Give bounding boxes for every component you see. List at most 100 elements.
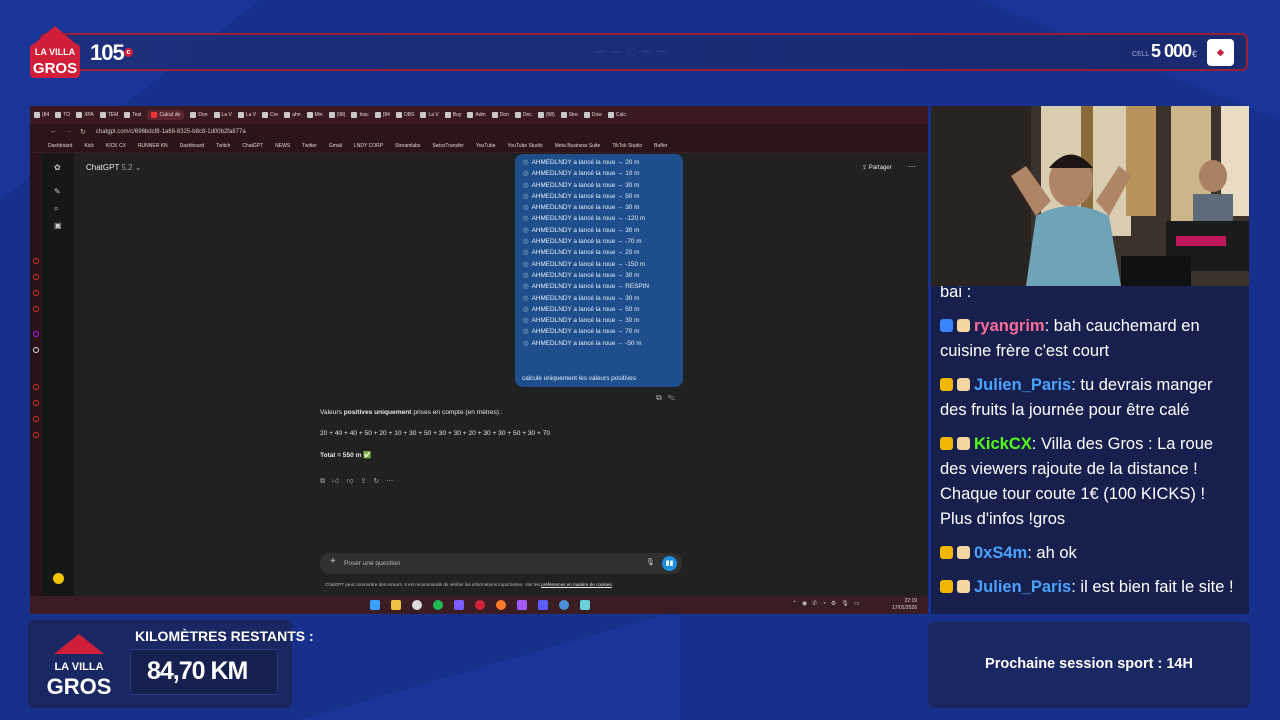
more-icon[interactable]: ⋯: [386, 478, 400, 485]
bookmark-item[interactable]: Meta Business Suite: [555, 143, 601, 149]
bookmark-item[interactable]: YouTube: [476, 143, 496, 149]
sidebar-app-icon[interactable]: [33, 290, 39, 296]
browser-tab[interactable]: (84: [34, 112, 49, 118]
browser-tab[interactable]: Min: [306, 112, 323, 118]
more-options-icon[interactable]: ⋯: [908, 162, 916, 171]
bookmark-item[interactable]: LNDY CORP: [354, 143, 383, 149]
bookmark-item[interactable]: KICK CX: [106, 143, 126, 149]
browser-tab[interactable]: (98): [537, 112, 555, 118]
forward-icon[interactable]: →: [65, 128, 72, 135]
chat-username[interactable]: ryangrim: [974, 317, 1045, 335]
browser-tab[interactable]: La V: [420, 112, 439, 118]
browser-tab[interactable]: XPA: [76, 112, 94, 118]
chrome-icon[interactable]: [412, 600, 422, 610]
browser-tab[interactable]: Stre: [560, 112, 578, 118]
bookmark-item[interactable]: YouTube Studio: [508, 143, 543, 149]
firefox-icon[interactable]: [496, 600, 506, 610]
browser-tab[interactable]: OBS: [395, 112, 414, 118]
browser-tab[interactable]: Calcul de: [147, 110, 185, 120]
openai-logo-icon[interactable]: ✿: [54, 163, 61, 172]
sidebar-app-icon[interactable]: [33, 432, 39, 438]
browser-tab[interactable]: ahn: [284, 112, 301, 118]
sidebar-app-icon[interactable]: [33, 306, 39, 312]
search-icon[interactable]: ⌕: [54, 204, 58, 214]
browser-tab[interactable]: Insc: [351, 112, 369, 118]
browser-tab[interactable]: Don: [491, 112, 509, 118]
obs-icon[interactable]: [475, 600, 485, 610]
browser-tab[interactable]: Don: [190, 112, 208, 118]
bookmark-item[interactable]: Kick: [84, 143, 93, 149]
share-button[interactable]: ⇪ Partager: [862, 164, 892, 171]
bookmark-item[interactable]: NEWS: [275, 143, 290, 149]
browser-tab[interactable]: (98): [328, 112, 345, 118]
thumbs-down-icon[interactable]: 👎︎: [346, 478, 360, 485]
back-icon[interactable]: ←: [50, 128, 57, 135]
sidebar-x-icon[interactable]: [33, 347, 39, 353]
sidebar-app-icon[interactable]: [33, 384, 39, 390]
regenerate-icon[interactable]: ↻: [373, 478, 386, 485]
roll-line: ◎ AHMEDLNDY a lancé la roue → 20 m: [523, 159, 640, 166]
browser-tab[interactable]: La V: [237, 112, 256, 118]
chat-username[interactable]: Julien_Paris: [974, 376, 1071, 394]
browser-tab[interactable]: La V: [213, 112, 232, 118]
sidebar-app-icon[interactable]: [33, 258, 39, 264]
bookmark-item[interactable]: ChatGPT: [242, 143, 263, 149]
voice-mode-button[interactable]: ▮▮: [662, 556, 677, 571]
bookmark-item[interactable]: Dashboard: [180, 143, 204, 149]
edit-icon[interactable]: ✎: [668, 393, 681, 402]
browser-tab[interactable]: (84: [374, 112, 390, 118]
app-icon[interactable]: [538, 600, 548, 610]
prompt-input[interactable]: [344, 557, 624, 570]
microphone-icon[interactable]: 🎙︎: [646, 558, 655, 566]
tab-label: XPA: [84, 112, 94, 118]
browser-tab[interactable]: TEM: [99, 112, 119, 118]
browser-tab[interactable]: Dec: [514, 112, 532, 118]
plus-icon[interactable]: +: [330, 556, 336, 567]
app-icon[interactable]: [559, 600, 569, 610]
sidebar-app-icon[interactable]: [33, 416, 39, 422]
system-tray[interactable]: ⌃◉✆◔⚙🎙︎▭: [792, 600, 865, 607]
discord-icon[interactable]: [454, 600, 464, 610]
new-chat-icon[interactable]: ✎: [54, 187, 61, 196]
taskbar-clock[interactable]: 22:19 17/01/2026: [892, 598, 917, 612]
bookmark-item[interactable]: Twitter: [302, 143, 317, 149]
sidebar-app-icon[interactable]: [33, 274, 39, 280]
bookmark-item[interactable]: Streamlabs: [395, 143, 420, 149]
browser-tab[interactable]: Adm: [467, 112, 486, 118]
bookmark-item[interactable]: TikTok Studio: [612, 143, 642, 149]
cookie-preferences-link[interactable]: préférences en matière de cookies: [541, 582, 611, 587]
bookmark-item[interactable]: Twitch: [216, 143, 230, 149]
sidebar-app-icon[interactable]: [33, 400, 39, 406]
chat-username[interactable]: 0xS4m: [974, 544, 1027, 562]
chat-username[interactable]: KickCX: [974, 435, 1032, 453]
bookmark-item[interactable]: Gmail: [329, 143, 342, 149]
browser-tab[interactable]: Calc: [607, 112, 626, 118]
file-explorer-icon[interactable]: [391, 600, 401, 610]
donation-goal: 5 000: [1151, 41, 1192, 61]
url-text[interactable]: chatgpt.com/c/696bdcf8-1a68-8325-b8c8-1d…: [96, 129, 246, 135]
bookmark-item[interactable]: SwissTransfer: [432, 143, 464, 149]
bookmark-item[interactable]: Buffer: [654, 143, 667, 149]
browser-tab[interactable]: Cre: [262, 112, 278, 118]
share-icon[interactable]: ⇪: [360, 478, 373, 485]
browser-tab[interactable]: Buy: [444, 112, 461, 118]
app-icon[interactable]: [517, 600, 527, 610]
copy-icon[interactable]: ⧉: [656, 393, 668, 402]
bookmark-item[interactable]: RUNNER KN: [138, 143, 168, 149]
reload-icon[interactable]: ↻: [80, 128, 86, 136]
library-icon[interactable]: ▣: [54, 221, 62, 230]
address-bar[interactable]: ← → ↻ chatgpt.com/c/696bdcf8-1a68-8325-b…: [30, 124, 928, 139]
sidebar-twitch-icon[interactable]: [33, 331, 39, 337]
browser-tab[interactable]: Test: [124, 112, 141, 118]
bookmark-item[interactable]: Dashboard: [48, 143, 72, 149]
app-icon[interactable]: [580, 600, 590, 610]
browser-tab[interactable]: TO: [55, 112, 70, 118]
tab-label: TEM: [107, 112, 119, 118]
model-selector[interactable]: ChatGPT 5.2 ⌄: [86, 163, 141, 172]
copy-icon[interactable]: ⧉: [320, 478, 332, 485]
chat-username[interactable]: Julien_Paris: [974, 578, 1071, 596]
browser-tab[interactable]: Dow: [583, 112, 602, 118]
spotify-icon[interactable]: [433, 600, 443, 610]
start-icon[interactable]: [370, 600, 380, 610]
thumbs-up-icon[interactable]: 👍︎: [332, 478, 346, 485]
